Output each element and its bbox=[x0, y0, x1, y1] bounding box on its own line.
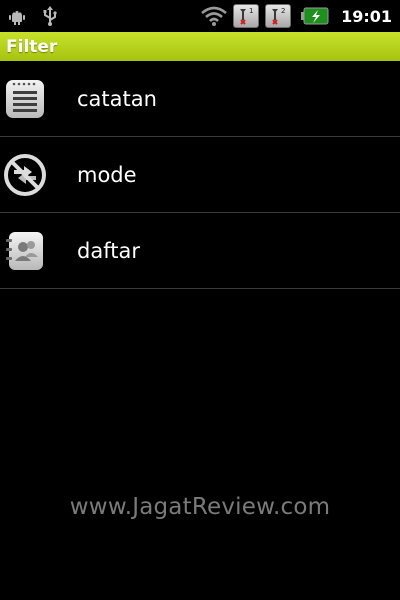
filter-list: catatan mode daftar bbox=[0, 61, 400, 289]
contacts-list-icon bbox=[1, 227, 49, 275]
usb-icon bbox=[42, 6, 58, 26]
list-item-daftar[interactable]: daftar bbox=[0, 213, 400, 289]
wifi-icon bbox=[201, 6, 227, 26]
list-item-mode[interactable]: mode bbox=[0, 137, 400, 213]
sim1-no-signal-icon: 1 bbox=[233, 4, 260, 28]
screen: 1 2 19:01 Filter catatan mode daftar www… bbox=[0, 0, 400, 600]
list-item-label: mode bbox=[77, 162, 137, 187]
list-item-catatan[interactable]: catatan bbox=[0, 61, 400, 137]
title-bar: Filter bbox=[0, 32, 400, 61]
status-bar-right: 1 2 19:01 bbox=[201, 4, 400, 28]
status-bar: 1 2 19:01 bbox=[0, 0, 400, 32]
status-bar-left bbox=[0, 6, 58, 26]
page-title: Filter bbox=[6, 36, 58, 57]
sim1-label: 1 bbox=[249, 7, 253, 15]
watermark: www.JagatReview.com bbox=[69, 494, 331, 520]
status-clock: 19:01 bbox=[341, 6, 392, 26]
sim2-label: 2 bbox=[281, 7, 285, 15]
notes-icon bbox=[1, 75, 49, 123]
sim2-no-signal-icon: 2 bbox=[265, 4, 292, 28]
mode-icon bbox=[1, 151, 49, 199]
list-item-label: daftar bbox=[77, 238, 140, 263]
battery-charging-icon bbox=[301, 7, 329, 25]
list-item-label: catatan bbox=[77, 86, 157, 111]
android-debug-icon bbox=[8, 7, 26, 25]
